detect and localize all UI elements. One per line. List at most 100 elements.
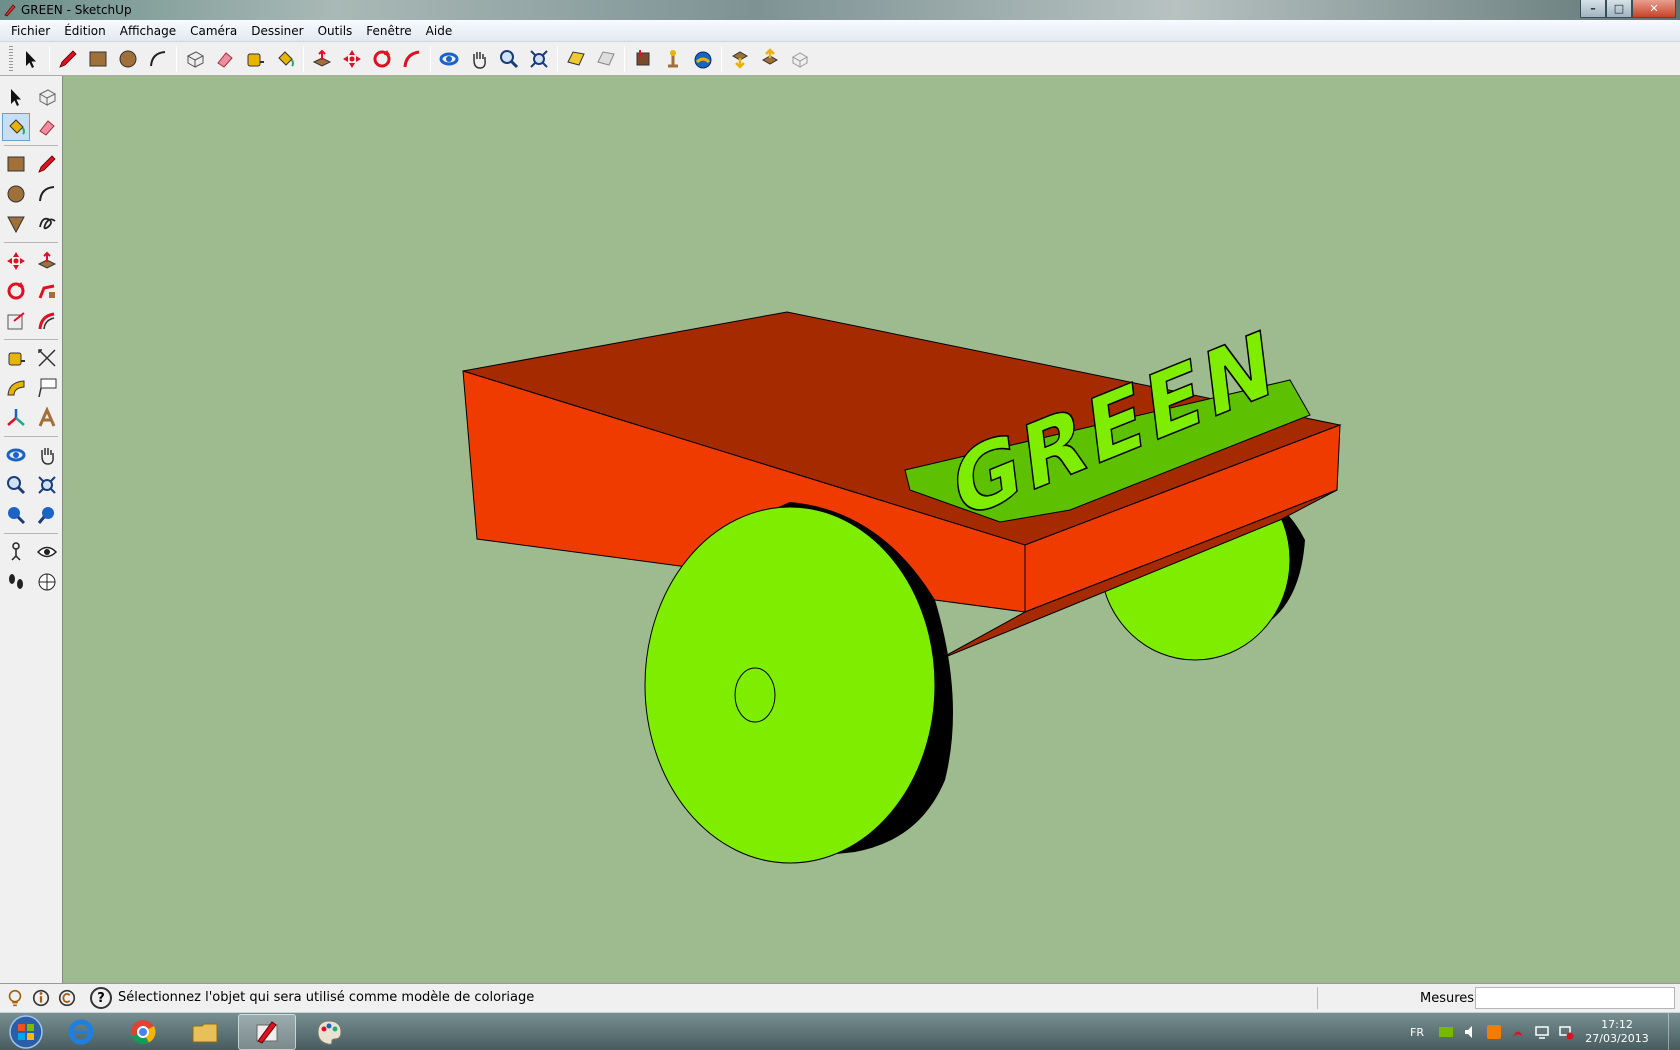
geolocation-status-button[interactable] [4, 987, 26, 1009]
zoom-tool-button[interactable] [494, 45, 524, 73]
make-component-button[interactable] [180, 45, 210, 73]
circle-tool-button[interactable] [113, 45, 143, 73]
taskbar-internet-explorer[interactable] [52, 1014, 110, 1050]
pan-tool-button[interactable] [33, 441, 61, 469]
position-camera-button[interactable] [2, 538, 30, 566]
rotate-tool-button[interactable] [2, 277, 30, 305]
push-pull-button[interactable] [33, 247, 61, 275]
model-scene[interactable]: GREEN [63, 76, 1680, 983]
share-model-icon [761, 47, 779, 65]
eraser-tool-button[interactable] [33, 113, 61, 141]
measurements-input[interactable] [1475, 987, 1675, 1009]
share-component-button[interactable] [785, 45, 815, 73]
pan-tool-button[interactable] [464, 45, 494, 73]
start-button[interactable] [4, 1014, 48, 1049]
section-plane-icon [38, 573, 55, 591]
menu-aide[interactable]: Aide [419, 20, 460, 42]
paint-bucket-button[interactable] [1, 113, 30, 141]
taskbar-paint[interactable] [300, 1014, 358, 1050]
follow-me-button[interactable] [33, 277, 61, 305]
scale-tool-button[interactable] [2, 307, 30, 335]
axes-tool-button[interactable] [2, 404, 30, 432]
tape-measure-button[interactable] [2, 344, 30, 372]
zoom-extents-button[interactable] [524, 45, 554, 73]
acrobat-tray-icon[interactable] [1510, 1024, 1526, 1040]
previous-view-button[interactable] [2, 501, 30, 529]
taskbar-explorer[interactable] [176, 1014, 234, 1050]
3d-text-tool-button[interactable] [33, 404, 61, 432]
show-desktop-button[interactable] [1668, 1013, 1680, 1050]
add-location-button[interactable] [628, 45, 658, 73]
nvidia-tray-icon[interactable] [1438, 1024, 1454, 1040]
circle-tool-button[interactable] [2, 180, 30, 208]
tool-separator [4, 145, 58, 146]
menu-outils[interactable]: Outils [311, 20, 360, 42]
zoom-icon [6, 476, 25, 495]
walk-tool-button[interactable] [2, 568, 30, 596]
help-icon[interactable]: ? [90, 987, 112, 1009]
menu-fichier[interactable]: Fichier [4, 20, 57, 42]
language-indicator[interactable]: FR [1410, 1026, 1424, 1039]
get-models-button[interactable] [725, 45, 755, 73]
dimension-tool-button[interactable] [33, 344, 61, 372]
menu-affichage[interactable]: Affichage [113, 20, 183, 42]
pencil-tool-button[interactable] [53, 45, 83, 73]
follow-me-icon [38, 284, 55, 299]
protractor-tool-button[interactable] [2, 374, 30, 402]
zoom-window-button[interactable] [33, 471, 61, 499]
share-model-button[interactable] [755, 45, 785, 73]
antivirus-icon [1487, 1025, 1501, 1039]
section-display-button[interactable] [591, 45, 621, 73]
menu-dessiner[interactable]: Dessiner [244, 20, 310, 42]
rectangle-tool-button[interactable] [83, 45, 113, 73]
position-camera-icon [10, 542, 21, 561]
freehand-tool-button[interactable] [33, 210, 61, 238]
push-pull-button[interactable] [307, 45, 337, 73]
google-earth-button[interactable] [688, 45, 718, 73]
menu-camera[interactable]: Caméra [183, 20, 244, 42]
polygon-tool-button[interactable] [2, 210, 30, 238]
eraser-tool-button[interactable] [210, 45, 240, 73]
orbit-tool-button[interactable] [2, 441, 30, 469]
toolbar-grip[interactable] [9, 45, 13, 72]
taskbar-chrome[interactable] [114, 1014, 172, 1050]
avast-tray-icon[interactable] [1486, 1024, 1502, 1040]
drawing-viewport[interactable]: GREEN [63, 76, 1680, 983]
section-plane-button[interactable] [561, 45, 591, 73]
zoom-tool-button[interactable] [2, 471, 30, 499]
rectangle-icon [7, 156, 24, 172]
arc-tool-button[interactable] [33, 180, 61, 208]
photo-textures-button[interactable] [658, 45, 688, 73]
minimize-button[interactable]: – [1580, 0, 1606, 18]
move-tool-button[interactable] [337, 45, 367, 73]
rotate-tool-button[interactable] [367, 45, 397, 73]
move-tool-button[interactable] [2, 247, 30, 275]
make-component-button[interactable] [33, 83, 61, 111]
maximize-button[interactable]: □ [1606, 0, 1632, 18]
sign-in-status-button[interactable] [56, 987, 78, 1009]
paint-bucket-button[interactable] [270, 45, 300, 73]
text-tool-button[interactable] [33, 374, 61, 402]
network-tray-icon[interactable] [1558, 1024, 1574, 1040]
select-tool-button[interactable] [16, 45, 46, 73]
offset-tool-button[interactable] [33, 307, 61, 335]
display-tray-icon[interactable] [1534, 1024, 1550, 1040]
section-plane-button[interactable] [33, 568, 61, 596]
close-button[interactable]: ✕ [1632, 0, 1676, 18]
volume-tray-icon[interactable] [1462, 1024, 1478, 1040]
follow-me-button[interactable] [397, 45, 427, 73]
menu-fenetre[interactable]: Fenêtre [359, 20, 418, 42]
look-around-button[interactable] [33, 538, 61, 566]
rectangle-tool-button[interactable] [2, 150, 30, 178]
tape-measure-button[interactable] [240, 45, 270, 73]
make-component-icon [186, 50, 205, 68]
pencil-tool-button[interactable] [33, 150, 61, 178]
system-clock[interactable]: 17:12 27/03/2013 [1582, 1018, 1652, 1046]
orbit-tool-button[interactable] [434, 45, 464, 73]
menu-edition[interactable]: Édition [57, 20, 113, 42]
zoom-extents-button[interactable] [33, 501, 61, 529]
arc-tool-button[interactable] [143, 45, 173, 73]
taskbar-sketchup[interactable] [238, 1013, 296, 1050]
select-tool-button[interactable] [2, 83, 30, 111]
credits-status-button[interactable] [30, 987, 52, 1009]
